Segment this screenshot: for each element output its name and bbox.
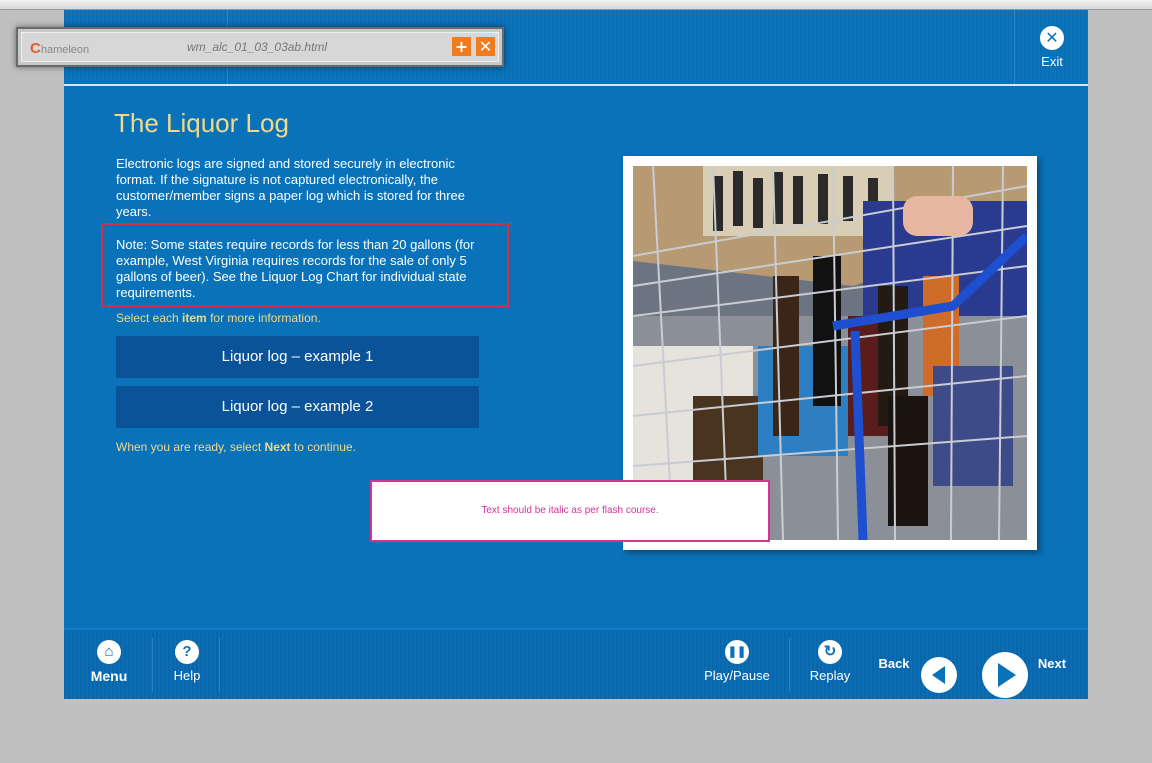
browser-chrome-strip	[0, 0, 1152, 10]
next-label[interactable]: Next	[1032, 656, 1072, 671]
footer-divider	[152, 638, 153, 692]
play-pause-label: Play/Pause	[704, 668, 770, 683]
plus-icon: +	[454, 37, 469, 56]
next-arrow-icon	[998, 663, 1016, 687]
back-arrow-icon	[932, 666, 945, 684]
continue-text: When you are ready, select Next to conti…	[116, 440, 356, 454]
instruction-text: Select each item for more information.	[116, 311, 321, 325]
menu-label: Menu	[90, 668, 128, 684]
continue-post: to continue.	[290, 440, 356, 454]
review-comment-box: Text should be italic as per flash cours…	[370, 480, 770, 542]
chameleon-toolbar-popup: Chameleon wm_alc_01_03_03ab.html + ✕	[16, 27, 504, 67]
popup-expand-button[interactable]: +	[452, 37, 471, 56]
back-button[interactable]	[921, 657, 957, 693]
footer-divider	[789, 638, 790, 692]
replay-icon: ↻	[818, 640, 842, 664]
course-footer: ⌂ Menu ? Help ❚❚ Play/Pause ↻ Replay Bac…	[64, 628, 1088, 699]
menu-button[interactable]: ⌂ Menu	[86, 640, 132, 684]
chameleon-logo: Chameleon	[30, 40, 89, 57]
continue-bold: Next	[264, 440, 291, 454]
pause-icon: ❚❚	[725, 640, 749, 664]
help-button[interactable]: ? Help	[164, 640, 210, 683]
close-icon: ✕	[478, 37, 493, 56]
page-title: The Liquor Log	[114, 108, 289, 138]
liquor-log-example-2-button[interactable]: Liquor log – example 2	[116, 386, 479, 428]
logo-initial: C	[30, 40, 41, 57]
next-button[interactable]	[982, 652, 1028, 698]
instruction-pre: Select each	[116, 311, 183, 325]
close-icon: ✕	[1040, 26, 1064, 50]
help-label: Help	[173, 668, 201, 683]
instruction-post: for more information.	[206, 311, 321, 325]
help-icon: ?	[175, 640, 199, 664]
back-label[interactable]: Back	[874, 656, 914, 671]
note-paragraph: Note: Some states require records for le…	[116, 237, 475, 300]
course-player: ✕ Exit The Liquor Log Electronic logs ar…	[64, 10, 1088, 699]
popup-close-button[interactable]: ✕	[476, 37, 495, 56]
replay-button[interactable]: ↻ Replay	[802, 640, 858, 683]
replay-label: Replay	[809, 668, 851, 683]
footer-divider	[219, 638, 220, 692]
home-icon: ⌂	[97, 640, 121, 664]
popup-filename: wm_alc_01_03_03ab.html	[187, 40, 328, 54]
header-divider	[1014, 10, 1015, 84]
popup-body: Chameleon wm_alc_01_03_03ab.html + ✕	[21, 32, 499, 62]
liquor-log-example-1-button[interactable]: Liquor log – example 1	[116, 336, 479, 378]
exit-button[interactable]: ✕ Exit	[1016, 26, 1088, 72]
exit-label: Exit	[1041, 54, 1063, 69]
body-paragraph: Electronic logs are signed and stored se…	[116, 156, 465, 219]
continue-pre: When you are ready, select	[116, 440, 265, 454]
play-pause-button[interactable]: ❚❚ Play/Pause	[700, 640, 774, 683]
instruction-bold: item	[182, 311, 207, 325]
logo-rest: hameleon	[40, 44, 90, 56]
